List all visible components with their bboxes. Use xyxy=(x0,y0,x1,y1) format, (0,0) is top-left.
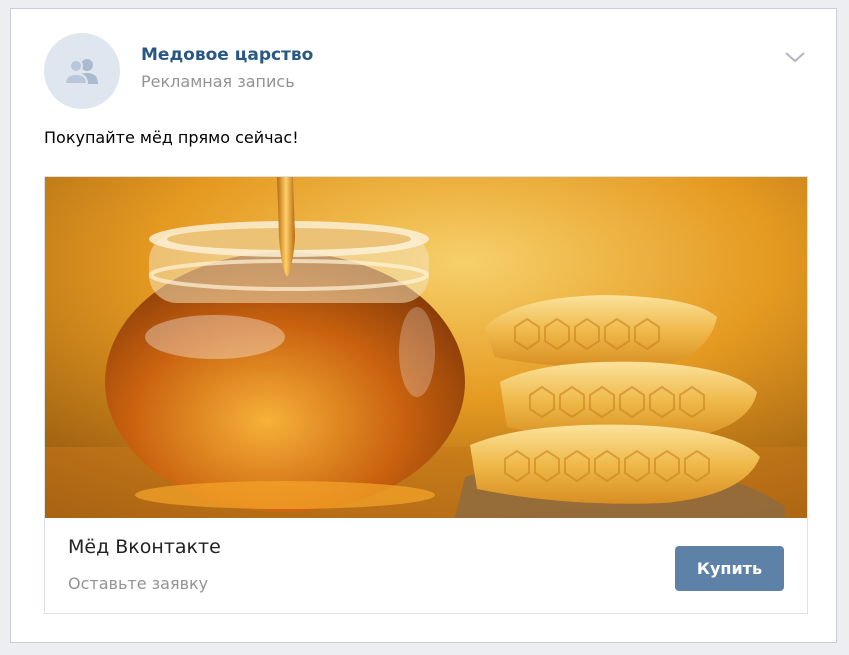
sponsored-label: Рекламная запись xyxy=(141,72,295,91)
ad-title[interactable]: Мёд Вконтакте xyxy=(68,536,221,558)
post-text: Покупайте мёд прямо сейчас! xyxy=(44,128,299,147)
buy-button[interactable]: Купить xyxy=(675,546,784,591)
chevron-down-icon xyxy=(785,52,805,63)
post-menu-button[interactable] xyxy=(783,49,807,65)
ad-snippet[interactable]: Мёд Вконтакте Оставьте заявку Купить xyxy=(44,176,808,614)
community-avatar[interactable] xyxy=(44,33,120,109)
community-name-link[interactable]: Медовое царство xyxy=(141,45,313,65)
ad-subtitle: Оставьте заявку xyxy=(68,574,209,593)
ad-image[interactable] xyxy=(45,177,807,518)
community-group-icon xyxy=(63,59,98,85)
ad-post-card: Медовое царство Рекламная запись Покупай… xyxy=(10,8,837,643)
